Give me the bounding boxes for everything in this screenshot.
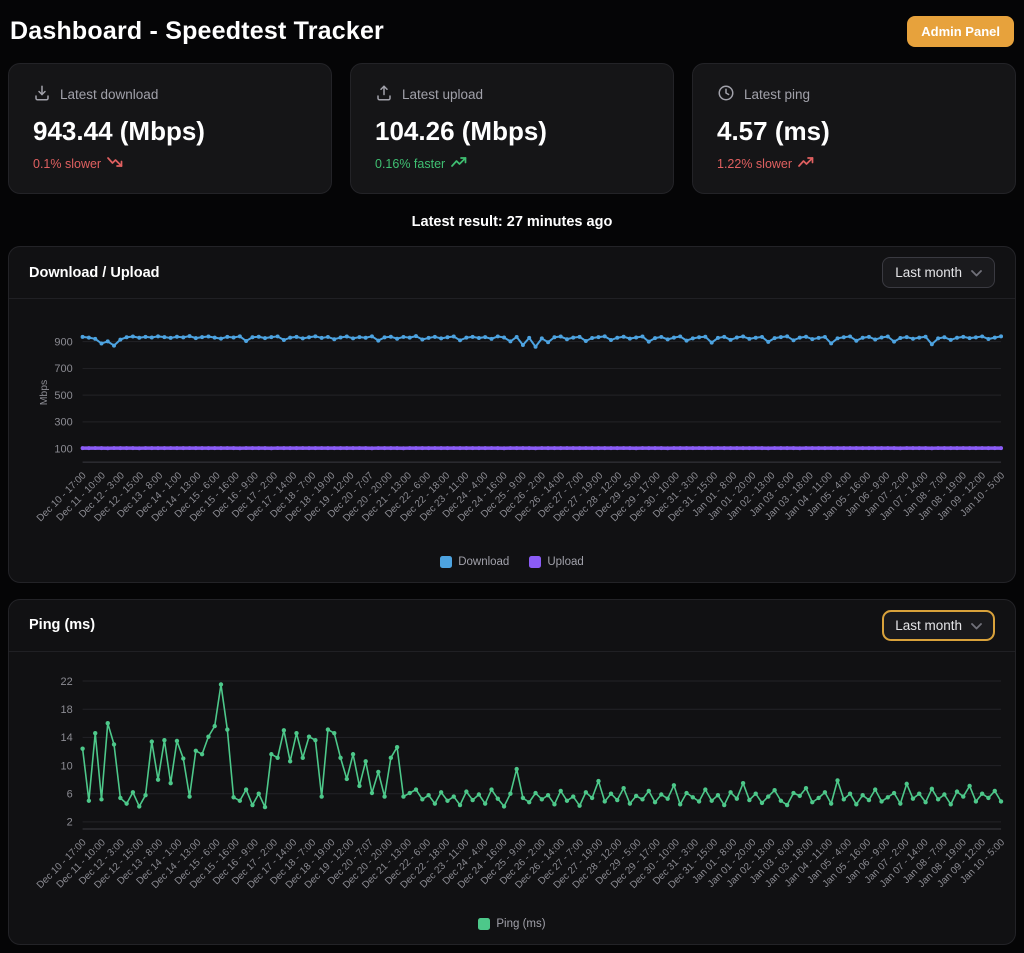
svg-text:2: 2: [67, 816, 73, 828]
panel-title-ping: Ping (ms): [29, 617, 95, 633]
clock-icon: [717, 84, 735, 105]
page-title: Dashboard - Speedtest Tracker: [10, 17, 384, 46]
stat-label: Latest ping: [744, 87, 810, 102]
chevron-down-icon: [971, 265, 982, 280]
upload-icon: [375, 84, 393, 105]
chart-legend: Download Upload: [15, 552, 1009, 582]
download-upload-panel: Download / Upload Last month 100 300 500 70…: [8, 246, 1016, 583]
ping-panel: Ping (ms) Last month 2610141822Dec 10 - …: [8, 599, 1016, 945]
topbar: Dashboard - Speedtest Tracker Admin Pane…: [8, 8, 1016, 63]
trend-down-icon: [107, 156, 123, 171]
svg-text:900: 900: [54, 336, 72, 348]
svg-text:18: 18: [61, 704, 73, 716]
svg-text:500: 500: [54, 390, 72, 402]
trend-up-icon: [451, 156, 467, 171]
range-selector-download-upload[interactable]: Last month: [882, 257, 995, 288]
legend-item: Download: [440, 556, 509, 568]
stat-delta: 1.22% slower: [717, 156, 991, 171]
stat-value: 943.44 (Mbps): [33, 116, 307, 147]
ping-chart: 2610141822Dec 10 - 17:00Dec 11 - 10:00De…: [9, 652, 1015, 944]
stat-value: 4.57 (ms): [717, 116, 991, 147]
latest-ping-card: Latest ping 4.57 (ms) 1.22% slower: [692, 63, 1016, 194]
latest-result-text: Latest result: 27 minutes ago: [8, 214, 1016, 230]
svg-text:300: 300: [54, 417, 72, 429]
svg-text:22: 22: [61, 675, 73, 687]
stat-delta: 0.1% slower: [33, 156, 307, 171]
legend-item: Ping (ms): [478, 918, 545, 930]
chart-legend: Ping (ms): [15, 914, 1009, 944]
trend-up-icon: [798, 156, 814, 171]
panel-title-download-upload: Download / Upload: [29, 265, 160, 281]
svg-text:6: 6: [67, 788, 73, 800]
stat-delta: 0.16% faster: [375, 156, 649, 171]
chevron-down-icon: [971, 618, 982, 633]
stats-row: Latest download 943.44 (Mbps) 0.1% slowe…: [8, 63, 1016, 194]
svg-text:Mbps: Mbps: [39, 380, 50, 405]
svg-text:14: 14: [61, 732, 73, 744]
range-selector-ping[interactable]: Last month: [882, 610, 995, 641]
admin-panel-button[interactable]: Admin Panel: [907, 16, 1014, 47]
legend-item: Upload: [529, 556, 583, 568]
stat-label: Latest upload: [402, 87, 483, 102]
stat-value: 104.26 (Mbps): [375, 116, 649, 147]
svg-text:700: 700: [54, 363, 72, 375]
download-upload-chart: 100300500700900MbpsDec 10 - 17:00Dec 11 …: [9, 299, 1015, 582]
svg-text:10: 10: [61, 760, 73, 772]
download-icon: [33, 84, 51, 105]
latest-upload-card: Latest upload 104.26 (Mbps) 0.16% faster: [350, 63, 674, 194]
latest-download-card: Latest download 943.44 (Mbps) 0.1% slowe…: [8, 63, 332, 194]
svg-text:100: 100: [54, 443, 72, 455]
stat-label: Latest download: [60, 87, 158, 102]
